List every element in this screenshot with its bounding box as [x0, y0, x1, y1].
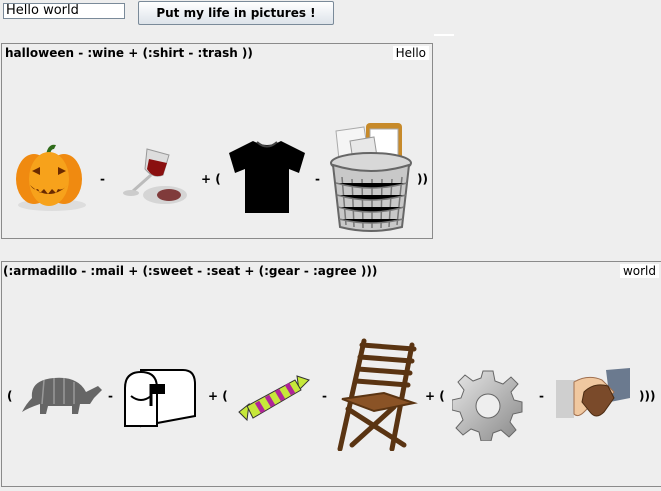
expression-panel-2: (:armadillo - :mail + (:sweet - :seat + …: [1, 261, 661, 487]
operator: (: [7, 389, 13, 403]
gear-icon: [452, 370, 523, 441]
expression-panel-1: halloween - :wine + (:shirt - :trash )) …: [1, 43, 433, 239]
operator: + (: [425, 389, 445, 403]
text-input[interactable]: [3, 3, 125, 19]
operator: -: [539, 389, 544, 403]
operator: ))): [639, 389, 656, 403]
operator: )): [417, 172, 428, 186]
wine-glass-icon: [123, 148, 187, 204]
pumpkin-icon: [16, 144, 86, 211]
trash-icon: [330, 123, 412, 232]
panel-title: (:armadillo - :mail + (:sweet - :seat + …: [3, 264, 378, 278]
panel-tag: world: [619, 264, 659, 278]
put-my-life-in-pictures-button[interactable]: Put my life in pictures !: [138, 1, 334, 25]
operator: -: [108, 389, 113, 403]
operator: -: [315, 172, 320, 186]
divider: [434, 34, 454, 36]
panel-title: halloween - :wine + (:shirt - :trash )): [5, 46, 253, 60]
armadillo-icon: [22, 377, 102, 414]
operator: + (: [208, 389, 228, 403]
operator: + (: [201, 172, 221, 186]
chair-icon: [337, 338, 418, 451]
shirt-icon: [229, 141, 305, 213]
operator: -: [322, 389, 327, 403]
operator: -: [100, 172, 105, 186]
mailbox-icon: [124, 369, 196, 428]
panel-tag: Hello: [392, 46, 429, 60]
handshake-icon: [556, 368, 630, 418]
candy-icon: [238, 375, 310, 422]
